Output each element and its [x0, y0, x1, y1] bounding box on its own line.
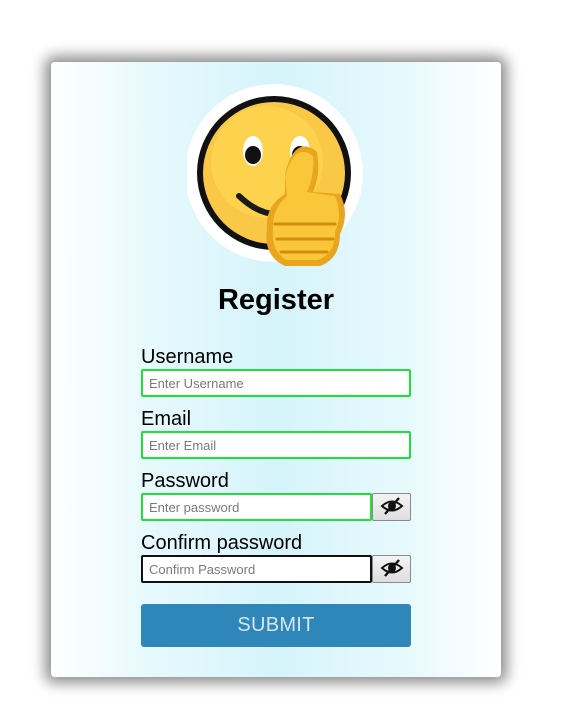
username-input[interactable] [141, 369, 411, 397]
password-visibility-toggle[interactable] [372, 493, 411, 521]
smiley-thumbs-up-icon [185, 82, 367, 277]
email-label: Email [141, 408, 192, 430]
eye-slash-icon [380, 496, 404, 519]
confirm-password-visibility-toggle[interactable] [372, 555, 411, 583]
register-card: Register Username Email Password Confirm… [51, 62, 501, 677]
submit-button[interactable]: SUBMIT [141, 604, 411, 647]
password-label: Password [141, 470, 229, 492]
password-input[interactable] [141, 493, 372, 521]
confirm-password-input[interactable] [141, 555, 372, 583]
username-label: Username [141, 346, 234, 368]
email-input[interactable] [141, 431, 411, 459]
confirm-password-label: Confirm password [141, 532, 303, 554]
eye-slash-icon [380, 558, 404, 581]
page-title: Register [217, 284, 335, 316]
